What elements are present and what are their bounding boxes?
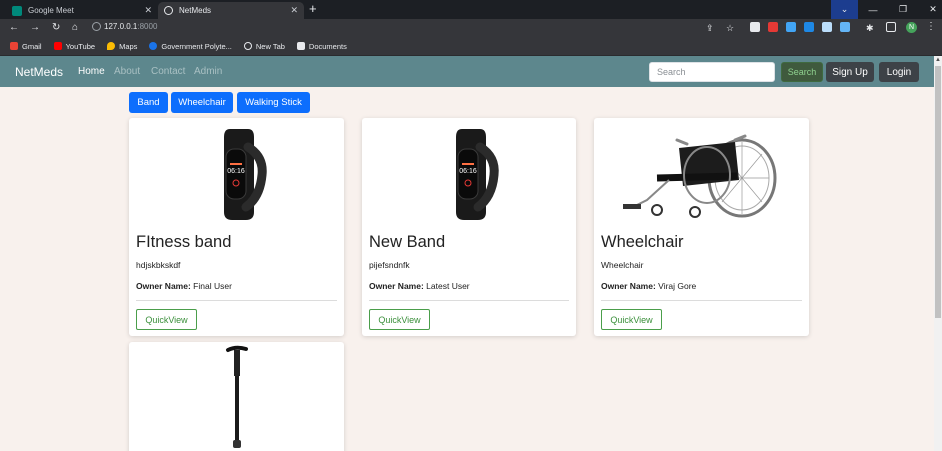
product-owner: Owner Name: Latest User bbox=[369, 281, 470, 291]
address-bar[interactable]: 127.0.0.1:8000 bbox=[92, 21, 928, 35]
bookmark-gmail[interactable]: Gmail bbox=[10, 42, 42, 51]
watch-time: 06:16 bbox=[459, 168, 477, 175]
product-card-fitness-band: 06:16 FItness band hdjskbkskdf Owner Nam… bbox=[129, 118, 344, 336]
walking-stick-image bbox=[129, 342, 344, 451]
card-divider bbox=[136, 300, 337, 301]
quickview-button[interactable]: QuickView bbox=[136, 309, 197, 330]
nav-admin[interactable]: Admin bbox=[194, 66, 222, 77]
home-icon[interactable]: ⌂ bbox=[72, 22, 78, 34]
close-tab-icon[interactable]: ✕ bbox=[144, 5, 152, 16]
scrollbar-thumb[interactable] bbox=[935, 66, 941, 318]
watch-time: 06:16 bbox=[227, 168, 245, 175]
maximize-icon[interactable]: ❐ bbox=[888, 0, 918, 19]
college-icon bbox=[149, 42, 158, 50]
maps-pin-icon bbox=[107, 42, 116, 50]
folder-icon bbox=[296, 42, 305, 50]
scroll-up-icon[interactable]: ▲ bbox=[935, 57, 941, 63]
search-input[interactable] bbox=[649, 62, 775, 82]
extension-icon[interactable] bbox=[786, 22, 796, 32]
puzzle-icon[interactable]: ✱ bbox=[866, 22, 874, 34]
url-text: 127.0.0.1:8000 bbox=[104, 22, 158, 31]
forward-icon[interactable]: → bbox=[30, 22, 40, 34]
login-button[interactable]: Login bbox=[879, 62, 919, 82]
nav-home[interactable]: Home bbox=[78, 66, 105, 77]
bookmark-government-polytechnic[interactable]: Government Polyte... bbox=[149, 42, 232, 51]
profile-avatar[interactable]: N bbox=[906, 22, 917, 33]
reload-icon[interactable]: ↻ bbox=[52, 22, 60, 34]
window-controls: ⌄ — ❐ ✕ bbox=[831, 0, 942, 19]
extension-icon[interactable] bbox=[804, 22, 814, 32]
bookmarks-bar: Gmail YouTube Maps Government Polyte... … bbox=[0, 37, 942, 56]
tab-title: Google Meet bbox=[28, 6, 74, 15]
site-navbar: NetMeds Home About Contact Admin Search … bbox=[0, 56, 934, 87]
product-name: FItness band bbox=[136, 233, 232, 251]
menu-kebab-icon[interactable]: ⋮ bbox=[926, 21, 936, 32]
wheelchair-image bbox=[594, 118, 809, 231]
quickview-button[interactable]: QuickView bbox=[369, 309, 430, 330]
tab-title: NetMeds bbox=[179, 6, 212, 15]
product-card-walking-stick bbox=[129, 342, 344, 451]
bookmark-maps[interactable]: Maps bbox=[107, 42, 137, 51]
nav-about[interactable]: About bbox=[114, 66, 140, 77]
signup-button[interactable]: Sign Up bbox=[826, 62, 874, 82]
product-description: Wheelchair bbox=[601, 260, 644, 270]
product-name: New Band bbox=[369, 233, 446, 251]
browser-tab-strip: Google Meet ✕ NetMeds ✕ + ⌄ — ❐ ✕ bbox=[0, 0, 942, 19]
close-window-icon[interactable]: ✕ bbox=[918, 0, 942, 19]
category-wheelchair-button[interactable]: Wheelchair bbox=[171, 92, 233, 113]
brand-logo[interactable]: NetMeds bbox=[15, 65, 63, 79]
tab-netmeds[interactable]: NetMeds ✕ bbox=[158, 2, 304, 19]
google-meet-icon bbox=[12, 5, 22, 16]
extension-icon[interactable] bbox=[750, 22, 760, 32]
close-tab-icon[interactable]: ✕ bbox=[290, 5, 298, 16]
product-owner: Owner Name: Viraj Gore bbox=[601, 281, 697, 291]
globe-icon bbox=[243, 42, 252, 50]
nav-contact[interactable]: Contact bbox=[151, 66, 185, 77]
new-band-image: 06:16 bbox=[362, 118, 576, 231]
side-panel-icon[interactable] bbox=[886, 22, 896, 32]
quickview-button[interactable]: QuickView bbox=[601, 309, 662, 330]
bookmark-documents[interactable]: Documents bbox=[296, 42, 347, 51]
new-tab-button[interactable]: + bbox=[309, 2, 317, 16]
product-owner: Owner Name: Final User bbox=[136, 281, 232, 291]
extension-icon[interactable] bbox=[840, 22, 850, 32]
product-description: hdjskbkskdf bbox=[136, 260, 181, 270]
extension-icon[interactable] bbox=[768, 22, 778, 32]
fitness-band-image: 06:16 bbox=[129, 118, 344, 231]
tab-google-meet[interactable]: Google Meet ✕ bbox=[6, 2, 158, 19]
category-walking-stick-button[interactable]: Walking Stick bbox=[237, 92, 310, 113]
minimize-icon[interactable]: — bbox=[858, 0, 888, 19]
bookmark-youtube[interactable]: YouTube bbox=[53, 42, 95, 51]
product-name: Wheelchair bbox=[601, 233, 684, 251]
card-divider bbox=[601, 300, 802, 301]
browser-toolbar: ← → ↻ ⌂ 127.0.0.1:8000 ⇪ ☆ ✱ N ⋮ bbox=[0, 19, 942, 37]
site-info-icon[interactable] bbox=[92, 22, 101, 31]
globe-icon bbox=[164, 6, 173, 15]
category-band-button[interactable]: Band bbox=[129, 92, 168, 113]
product-card-wheelchair: Wheelchair Wheelchair Owner Name: Viraj … bbox=[594, 118, 809, 336]
back-icon[interactable]: ← bbox=[9, 22, 19, 34]
tab-search-icon[interactable]: ⌄ bbox=[831, 0, 858, 19]
extension-icon[interactable] bbox=[822, 22, 832, 32]
share-icon[interactable]: ⇪ bbox=[706, 22, 714, 34]
product-description: pijefsndnfk bbox=[369, 260, 410, 270]
gmail-icon bbox=[10, 42, 18, 50]
youtube-icon bbox=[53, 42, 62, 50]
bookmark-star-icon[interactable]: ☆ bbox=[726, 22, 734, 34]
product-card-new-band: 06:16 New Band pijefsndnfk Owner Name: L… bbox=[362, 118, 576, 336]
bookmark-new-tab[interactable]: New Tab bbox=[243, 42, 285, 51]
search-button[interactable]: Search bbox=[781, 62, 823, 82]
card-divider bbox=[369, 300, 569, 301]
